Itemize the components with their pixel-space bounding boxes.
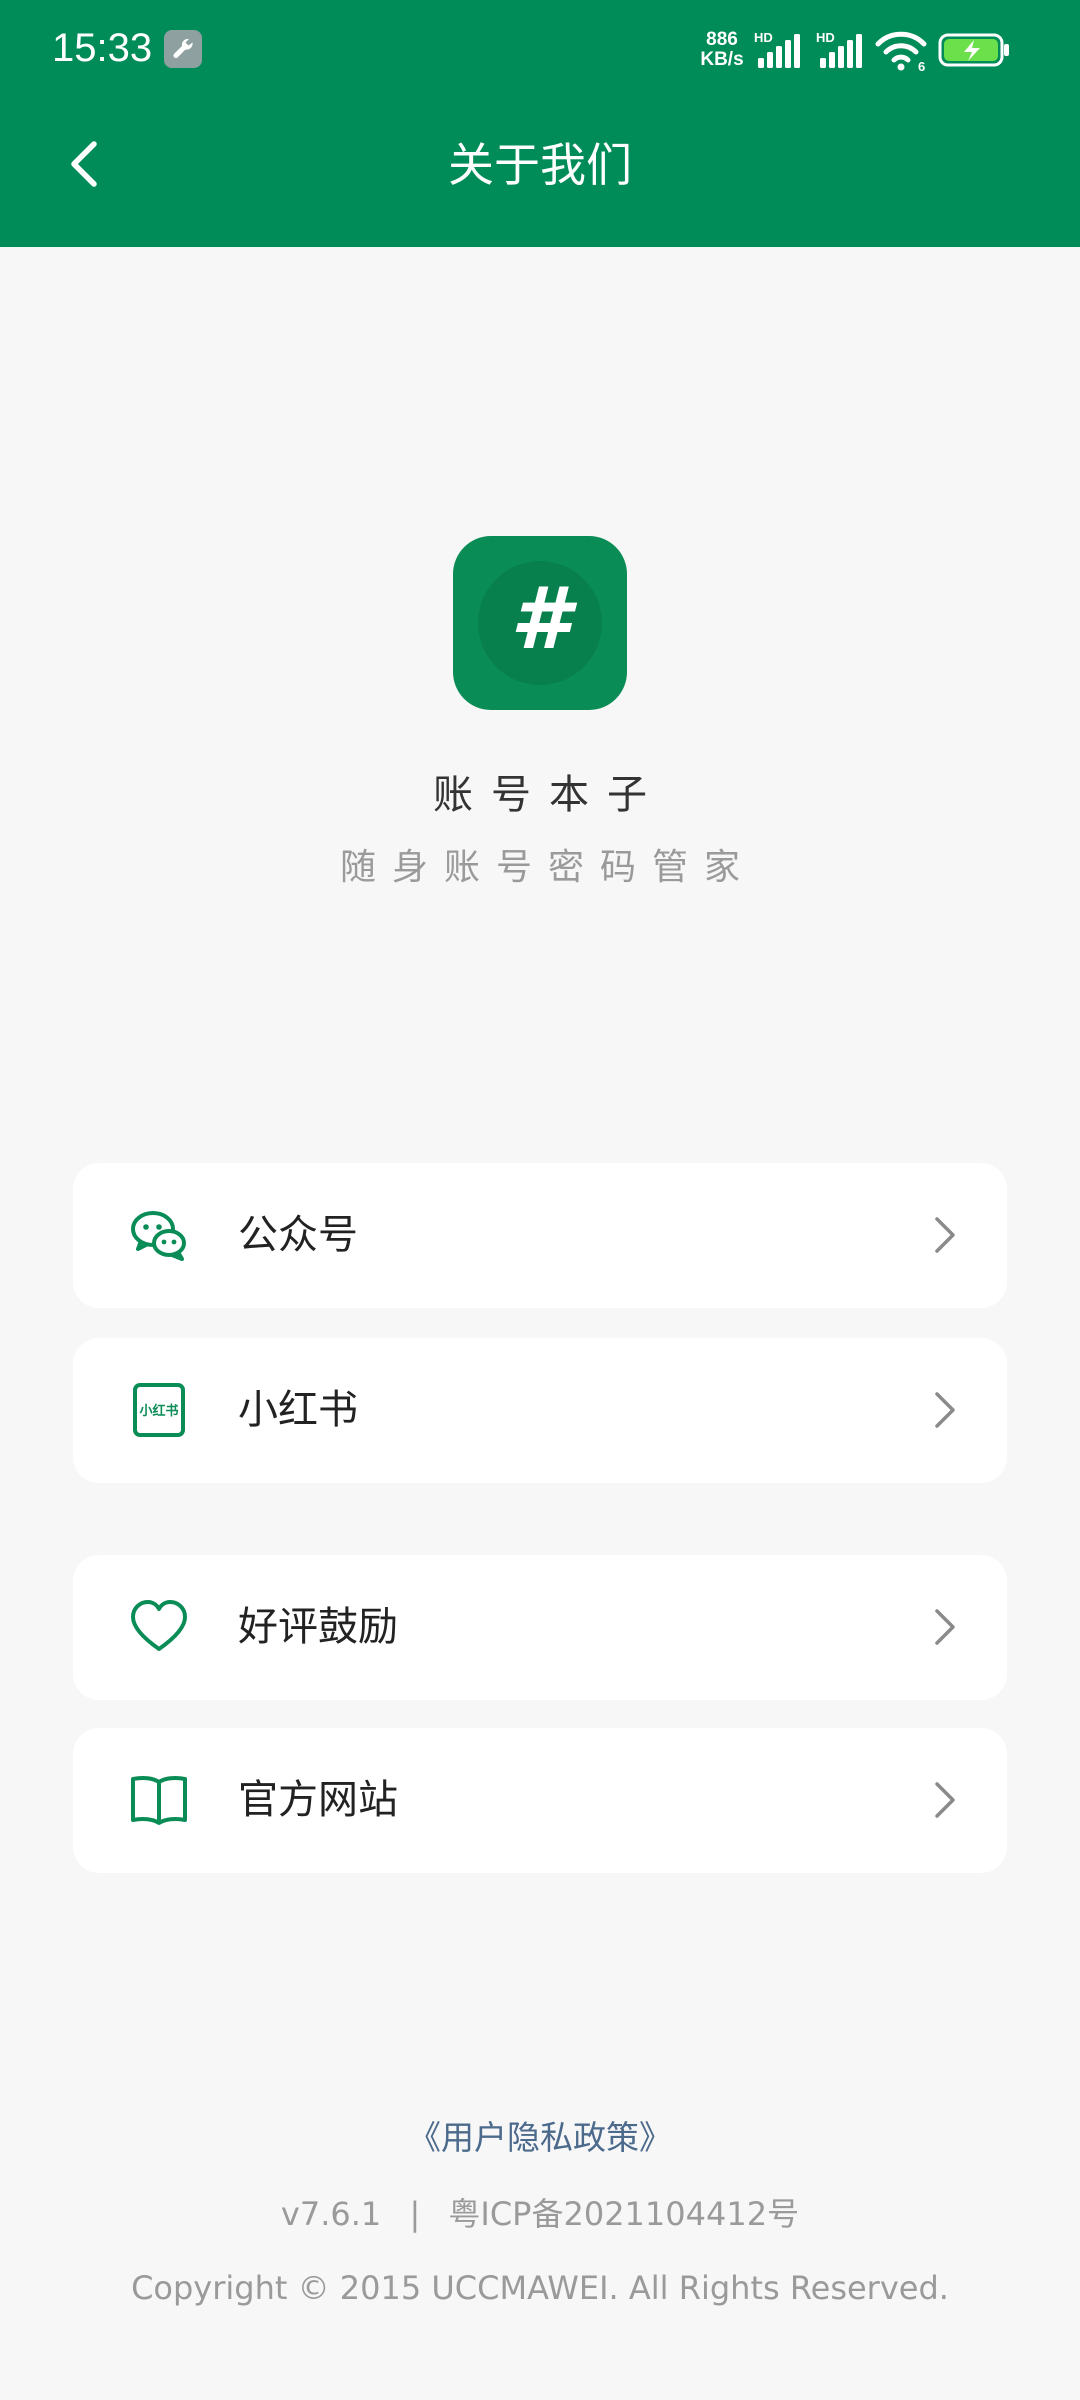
network-speed-unit: KB/s <box>700 49 744 70</box>
wrench-icon <box>164 30 202 68</box>
app-header: 15:33 886 KB/s HD HD 6 关于我们 <box>0 0 1080 247</box>
menu-item-label: 好评鼓励 <box>238 1604 398 1650</box>
wechat-icon <box>131 1211 186 1261</box>
icp-number: 粤ICP备2021104412号 <box>448 2195 800 2233</box>
privacy-policy-link[interactable]: 《用户隐私政策》 <box>0 2112 1080 2164</box>
menu-item-label: 公众号 <box>238 1212 358 1258</box>
hash-icon: # <box>510 569 578 669</box>
menu-item-rate[interactable]: 好评鼓励 <box>73 1555 1007 1700</box>
chevron-right-icon <box>935 1609 955 1645</box>
app-name: 账号本子 <box>433 772 665 818</box>
book-icon <box>131 1776 187 1825</box>
page-title: 关于我们 <box>448 138 632 192</box>
heart-icon <box>131 1600 187 1651</box>
menu-item-xiaohongshu[interactable]: 小红书 小红书 <box>73 1338 1007 1483</box>
chevron-right-icon <box>935 1217 955 1253</box>
app-logo: # <box>453 536 627 710</box>
battery-charging-icon <box>938 33 1009 67</box>
wifi-badge: 6 <box>918 59 925 72</box>
nav-bar: 关于我们 <box>0 100 1080 247</box>
version-info: v7.6.1 | 粤ICP备2021104412号 <box>0 2188 1080 2240</box>
xiaohongshu-icon: 小红书 <box>133 1383 185 1437</box>
signal-icon: HD <box>754 30 800 68</box>
status-time: 15:33 <box>52 26 153 70</box>
menu-item-label: 小红书 <box>238 1387 358 1433</box>
logo-symbol: # <box>510 569 578 669</box>
status-bar: 15:33 886 KB/s HD HD 6 <box>0 0 1080 100</box>
version-separator: | <box>409 2195 421 2233</box>
app-slogan: 随身账号密码管家 <box>339 847 756 888</box>
xiaohongshu-icon-text: 小红书 <box>139 1403 178 1419</box>
wifi-icon: 6 <box>875 31 927 72</box>
network-speed-value: 886 <box>706 29 738 50</box>
version-number: v7.6.1 <box>280 2195 382 2233</box>
signal-label: HD <box>754 30 773 45</box>
menu-item-wechat[interactable]: 公众号 <box>73 1163 1007 1308</box>
menu-item-website[interactable]: 官方网站 <box>73 1728 1007 1873</box>
copyright-text: Copyright © 2015 UCCMAWEI. All Rights Re… <box>131 2269 949 2307</box>
signal-label: HD <box>816 30 835 45</box>
signal-icon: HD <box>816 30 862 68</box>
menu-item-label: 官方网站 <box>238 1777 398 1823</box>
network-speed: 886 KB/s <box>692 30 752 70</box>
chevron-right-icon <box>935 1782 955 1818</box>
chevron-right-icon <box>935 1392 955 1428</box>
